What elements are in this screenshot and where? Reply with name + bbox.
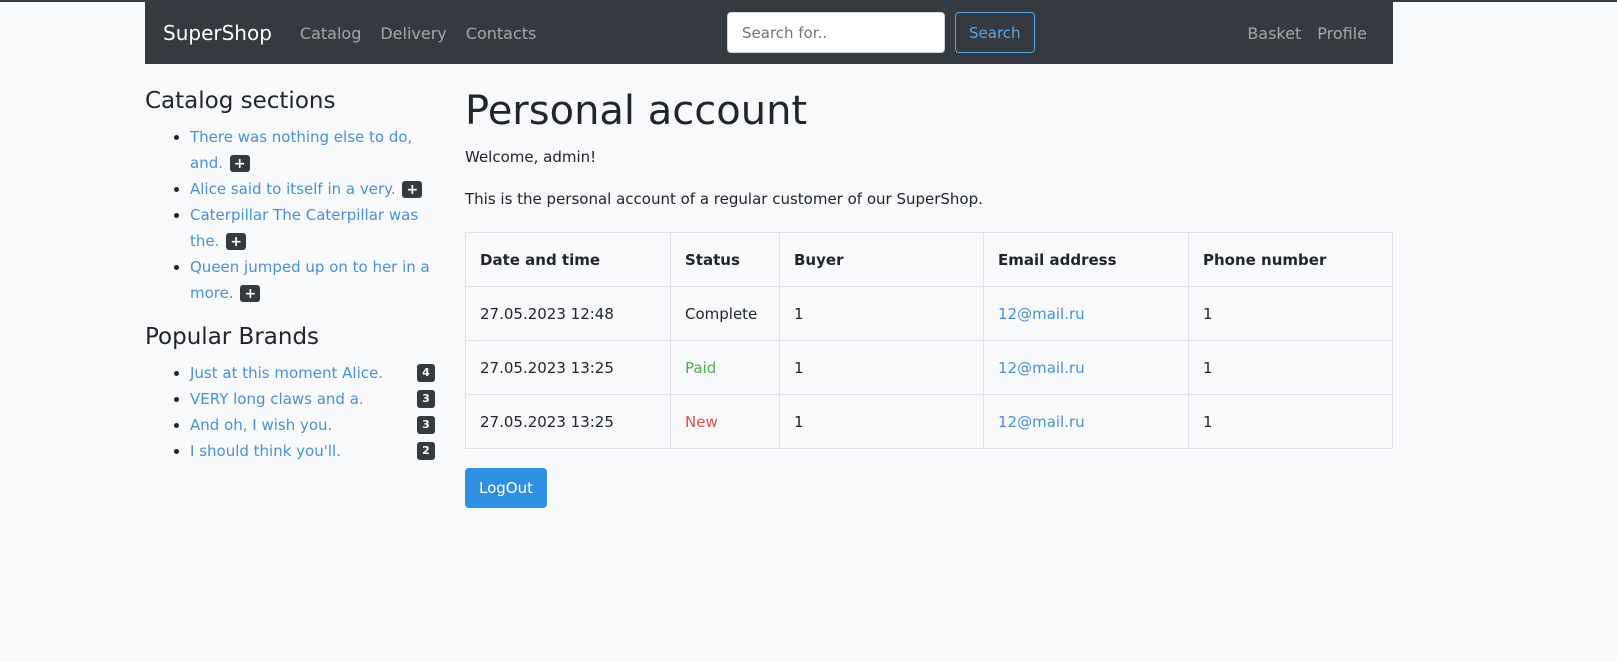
count-badge: 2 bbox=[417, 442, 435, 460]
cell-phone: 1 bbox=[1188, 286, 1393, 341]
expand-icon[interactable]: + bbox=[240, 285, 261, 302]
table-row: 27.05.2023 13:25 Paid 1 12@mail.ru 1 bbox=[465, 340, 1393, 395]
catalog-item: Queen jumped up on to her in a more. + bbox=[190, 254, 435, 306]
welcome-text: Welcome, admin! bbox=[465, 148, 597, 166]
count-badge: 4 bbox=[417, 364, 435, 382]
cell-email: 12@mail.ru bbox=[983, 340, 1189, 395]
cell-phone: 1 bbox=[1188, 394, 1393, 449]
expand-icon[interactable]: + bbox=[229, 155, 250, 172]
cell-email: 12@mail.ru bbox=[983, 394, 1189, 449]
brand-item: Just at this moment Alice. 4 bbox=[190, 360, 435, 386]
nav-right: Basket Profile bbox=[1231, 2, 1367, 64]
description-text: This is the personal account of a regula… bbox=[465, 190, 983, 208]
table-row: 27.05.2023 13:25 New 1 12@mail.ru 1 bbox=[465, 394, 1393, 449]
catalog-item-link[interactable]: Alice said to itself in a very. bbox=[190, 180, 396, 198]
brand-item-link[interactable]: I should think you'll. bbox=[190, 442, 341, 460]
catalog-item: Caterpillar The Caterpillar was the. + bbox=[190, 202, 435, 254]
search-form: Search bbox=[727, 12, 1035, 53]
nav-link-basket[interactable]: Basket bbox=[1247, 24, 1301, 43]
column-header-email: Email address bbox=[983, 232, 1189, 287]
catalog-item: Alice said to itself in a very. + bbox=[190, 176, 435, 202]
brand-list: Just at this moment Alice. 4 VERY long cl… bbox=[145, 360, 435, 464]
expand-icon[interactable]: + bbox=[402, 181, 423, 198]
brand-logo[interactable]: SuperShop bbox=[163, 21, 272, 45]
column-header-phone: Phone number bbox=[1188, 232, 1393, 287]
cell-status: New bbox=[670, 394, 780, 449]
count-badge: 3 bbox=[417, 416, 435, 434]
catalog-item-link[interactable]: Caterpillar The Caterpillar was the. bbox=[190, 206, 418, 250]
count-badge: 3 bbox=[417, 390, 435, 408]
brand-item-link[interactable]: Just at this moment Alice. bbox=[190, 364, 383, 382]
nav-link-delivery[interactable]: Delivery bbox=[380, 24, 446, 43]
orders-table: Date and time Status Buyer Email address… bbox=[465, 232, 1393, 449]
expand-icon[interactable]: + bbox=[226, 233, 247, 250]
cell-status: Complete bbox=[670, 286, 780, 341]
cell-buyer: 1 bbox=[779, 340, 984, 395]
email-link[interactable]: 12@mail.ru bbox=[998, 413, 1085, 431]
brand-item-link[interactable]: VERY long claws and a. bbox=[190, 390, 364, 408]
email-link[interactable]: 12@mail.ru bbox=[998, 305, 1085, 323]
brand-item-link[interactable]: And oh, I wish you. bbox=[190, 416, 332, 434]
brand-item: I should think you'll. 2 bbox=[190, 438, 435, 464]
cell-datetime: 27.05.2023 13:25 bbox=[465, 394, 671, 449]
cell-email: 12@mail.ru bbox=[983, 286, 1189, 341]
nav-link-contacts[interactable]: Contacts bbox=[466, 24, 537, 43]
table-row: 27.05.2023 12:48 Complete 1 12@mail.ru 1 bbox=[465, 286, 1393, 341]
page-title: Personal account bbox=[465, 88, 808, 134]
search-button[interactable]: Search bbox=[955, 12, 1035, 53]
brand-item: And oh, I wish you. 3 bbox=[190, 412, 435, 438]
cell-buyer: 1 bbox=[779, 394, 984, 449]
email-link[interactable]: 12@mail.ru bbox=[998, 359, 1085, 377]
navbar: SuperShop Catalog Delivery Contacts Sear… bbox=[145, 2, 1393, 64]
cell-datetime: 27.05.2023 12:48 bbox=[465, 286, 671, 341]
logout-button[interactable]: LogOut bbox=[465, 468, 547, 508]
catalog-sections-title: Catalog sections bbox=[145, 88, 336, 114]
cell-status: Paid bbox=[670, 340, 780, 395]
nav-link-catalog[interactable]: Catalog bbox=[300, 24, 361, 43]
sidebar: Catalog sections There was nothing else … bbox=[145, 88, 435, 482]
cell-datetime: 27.05.2023 13:25 bbox=[465, 340, 671, 395]
nav-link-profile[interactable]: Profile bbox=[1317, 24, 1367, 43]
catalog-list: There was nothing else to do, and. + Ali… bbox=[145, 124, 435, 306]
table-header-row: Date and time Status Buyer Email address… bbox=[465, 232, 1393, 287]
brand-item: VERY long claws and a. 3 bbox=[190, 386, 435, 412]
catalog-item: There was nothing else to do, and. + bbox=[190, 124, 435, 176]
cell-buyer: 1 bbox=[779, 286, 984, 341]
catalog-item-link[interactable]: There was nothing else to do, and. bbox=[190, 128, 412, 172]
cell-phone: 1 bbox=[1188, 340, 1393, 395]
column-header-status: Status bbox=[670, 232, 780, 287]
column-header-buyer: Buyer bbox=[779, 232, 984, 287]
popular-brands-title: Popular Brands bbox=[145, 324, 320, 350]
search-input[interactable] bbox=[727, 12, 945, 53]
column-header-datetime: Date and time bbox=[465, 232, 671, 287]
main-content: Personal account Welcome, admin! This is… bbox=[465, 88, 1393, 508]
catalog-item-link[interactable]: Queen jumped up on to her in a more. bbox=[190, 258, 430, 302]
